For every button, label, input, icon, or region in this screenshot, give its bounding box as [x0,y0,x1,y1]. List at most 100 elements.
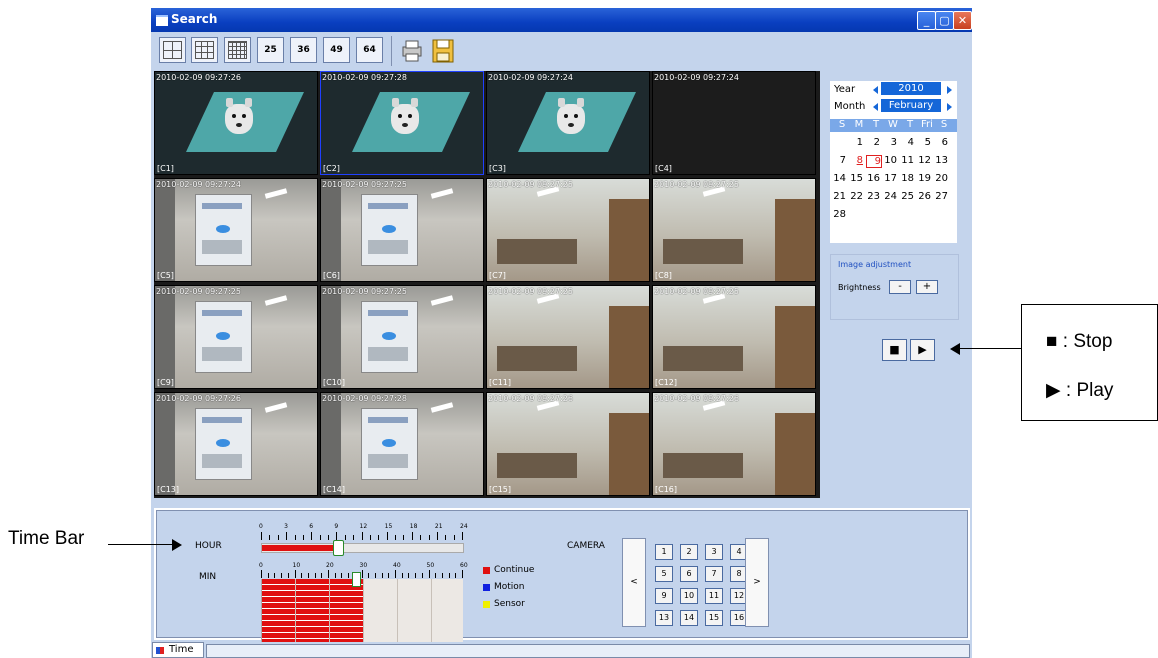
tab-time[interactable]: Time [152,642,204,658]
legend-label: Motion [494,582,525,592]
camera-timestamp: 2010-02-09 09:27:26 [156,73,241,82]
camera-next-button[interactable]: > [745,538,769,627]
hour-slider-handle[interactable] [333,540,345,556]
camera-label: [C16] [655,485,678,494]
layout-25-button[interactable]: 25 [257,37,284,63]
layout-9-button[interactable] [224,37,251,63]
dog-figure [225,98,253,134]
camera-tile[interactable]: 2010-02-09 09:27:26 [C1] [154,71,318,175]
hour-bar[interactable] [261,540,464,556]
camera-select-button[interactable]: 9 [655,588,673,604]
camera-prev-button[interactable]: < [622,538,646,627]
layout-36-button[interactable]: 36 [290,37,317,63]
title-bar[interactable]: Search _ ▢ ✕ [151,8,972,32]
calendar-day[interactable]: 18 [900,173,914,184]
layout-1-button[interactable] [159,37,186,63]
calendar-day[interactable]: 20 [934,173,948,184]
year-prev-icon[interactable] [873,86,878,94]
layout-4-button[interactable] [191,37,218,63]
calendar-day[interactable]: 7 [832,155,846,166]
minimize-button[interactable]: _ [917,11,936,30]
camera-tile[interactable]: 2010-02-09 09:27:28 [C14] [320,392,484,496]
calendar-day[interactable]: 16 [866,173,880,184]
calendar-day[interactable]: 11 [900,155,914,166]
calendar-day[interactable]: 1 [849,137,863,148]
camera-tile[interactable]: 2010-02-09 09:27:25 [C10] [320,285,484,389]
calendar-day[interactable]: 5 [917,137,931,148]
calendar-day[interactable]: 10 [883,155,897,166]
camera-select-button[interactable]: 2 [680,544,698,560]
printer-icon[interactable] [399,38,425,64]
calendar-day[interactable]: 14 [832,173,846,184]
camera-tile[interactable]: 2010-02-09 09:27:24 [C5] [154,178,318,282]
board-panel [368,203,408,209]
camera-tile[interactable]: 2010-02-09 09:27:26 [C13] [154,392,318,496]
minute-slider-handle[interactable] [351,572,361,587]
calendar-day[interactable]: 24 [883,191,897,202]
save-icon[interactable] [431,38,455,64]
camera-select-button[interactable]: 3 [705,544,723,560]
calendar-day[interactable]: 6 [934,137,948,148]
calendar-day[interactable]: 8 [849,155,863,166]
calendar-day[interactable]: 21 [832,191,846,202]
camera-tile[interactable]: 2010-02-09 09:27:25 [C6] [320,178,484,282]
calendar-day[interactable]: 22 [849,191,863,202]
calendar-day[interactable]: 12 [917,155,931,166]
month-label: Month [834,101,866,112]
close-button[interactable]: ✕ [953,11,972,30]
calendar-day[interactable]: 26 [917,191,931,202]
calendar-day[interactable]: 28 [832,209,846,220]
dog-ear [411,98,418,107]
camera-select-button[interactable]: 10 [680,588,698,604]
calendar-day[interactable]: 23 [866,191,880,202]
layout-64-button[interactable]: 64 [356,37,383,63]
year-next-icon[interactable] [947,86,952,94]
camera-select-button[interactable]: 13 [655,610,673,626]
minute-bar[interactable] [261,579,463,647]
camera-tile[interactable]: 2010-02-09 09:27:25 [C12] [652,285,816,389]
calendar-day[interactable]: 15 [849,173,863,184]
calendar-day[interactable]: 3 [883,137,897,148]
camera-select-button[interactable]: 6 [680,566,698,582]
camera-tile[interactable]: 2010-02-09 09:27:25 [C8] [652,178,816,282]
camera-select-button[interactable]: 1 [655,544,673,560]
board-panel [368,240,408,254]
camera-tile[interactable]: 2010-02-09 09:27:25 [C11] [486,285,650,389]
calendar-day[interactable]: 13 [934,155,948,166]
month-prev-icon[interactable] [873,103,878,111]
camera-select-button[interactable]: 5 [655,566,673,582]
camera-label: [C6] [323,271,340,280]
callout-arrowhead [950,343,960,355]
door-shape [775,199,815,281]
stop-button[interactable]: ■ [882,339,907,361]
camera-tile[interactable]: 2010-02-09 09:27:26 [C15] [486,392,650,496]
layout-49-button[interactable]: 49 [323,37,350,63]
camera-tile[interactable]: 2010-02-09 09:27:28 [C2] [320,71,484,175]
calendar-day[interactable]: 4 [900,137,914,148]
camera-select-button[interactable]: 11 [705,588,723,604]
camera-tile[interactable]: 2010-02-09 09:27:24 [C3] [486,71,650,175]
camera-select-button[interactable]: 14 [680,610,698,626]
brightness-increase-button[interactable]: + [916,280,938,294]
camera-tile[interactable]: 2010-02-09 09:27:25 [C9] [154,285,318,389]
camera-tile[interactable]: 2010-02-09 09:27:26 [C16] [652,392,816,496]
calendar-day[interactable]: 9 [866,155,882,168]
calendar-day[interactable]: 25 [900,191,914,202]
camera-tile[interactable]: 2010-02-09 09:27:24 [C4] [652,71,816,175]
restore-button[interactable]: ▢ [935,11,954,30]
calendar-day[interactable]: 27 [934,191,948,202]
hour-tick [353,535,355,540]
calendar-day[interactable]: 2 [866,137,880,148]
camera-select-button[interactable]: 7 [705,566,723,582]
play-button[interactable]: ▶ [910,339,935,361]
year-label: Year [834,84,856,95]
calendar-day[interactable]: 19 [917,173,931,184]
month-next-icon[interactable] [947,103,952,111]
legend-label: Sensor [494,599,525,609]
camera-tile[interactable]: 2010-02-09 09:27:25 [C7] [486,178,650,282]
weekday-label: W [888,119,898,130]
brightness-decrease-button[interactable]: - [889,280,911,294]
minute-tick [368,573,370,578]
calendar-day[interactable]: 17 [883,173,897,184]
camera-select-button[interactable]: 15 [705,610,723,626]
